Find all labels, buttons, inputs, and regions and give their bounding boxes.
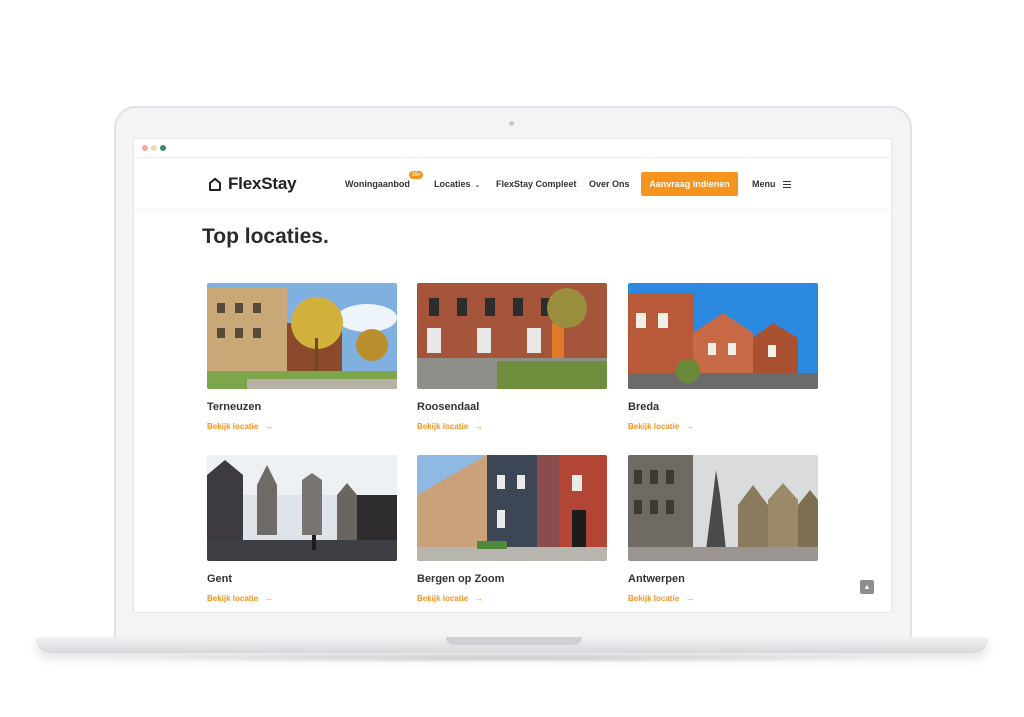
link-label: Bekijk locatie xyxy=(207,421,259,431)
bekijk-locatie-link[interactable]: Bekijk locatie → xyxy=(628,421,818,431)
nav-flexstay-compleet[interactable]: FlexStay Compleet xyxy=(496,179,577,189)
location-card-bergen-op-zoom[interactable]: Bergen op Zoom Bekijk locatie → xyxy=(417,455,607,603)
window-maximize-dot[interactable] xyxy=(160,145,166,151)
location-name: Antwerpen xyxy=(628,573,685,585)
bekijk-locatie-link[interactable]: Bekijk locatie → xyxy=(207,421,397,431)
scroll-to-top-button[interactable]: ▲ xyxy=(860,580,874,594)
link-label: Bekijk locatie xyxy=(207,593,259,603)
link-label: Bekijk locatie xyxy=(628,593,680,603)
location-image[interactable] xyxy=(207,283,397,389)
link-label: Bekijk locatie xyxy=(417,593,469,603)
bekijk-locatie-link[interactable]: Bekijk locatie → xyxy=(417,593,607,603)
page-title: Top locaties. xyxy=(202,225,329,248)
location-image[interactable] xyxy=(417,455,607,561)
location-card-gent[interactable]: Gent Bekijk locatie → xyxy=(207,455,397,603)
laptop-shadow xyxy=(80,653,944,663)
location-image[interactable] xyxy=(207,455,397,561)
nav-locaties-label: Locaties xyxy=(434,179,471,189)
location-image[interactable] xyxy=(417,283,607,389)
nav-woningaanbod[interactable]: Woningaanbod xyxy=(345,179,410,189)
menu-label: Menu xyxy=(752,179,776,189)
bekijk-locatie-link[interactable]: Bekijk locatie → xyxy=(628,593,818,603)
house-icon xyxy=(208,177,222,191)
location-image[interactable] xyxy=(628,455,818,561)
arrow-right-icon: → xyxy=(264,421,274,431)
link-label: Bekijk locatie xyxy=(628,421,680,431)
bekijk-locatie-link[interactable]: Bekijk locatie → xyxy=(207,593,397,603)
window-close-dot[interactable] xyxy=(142,145,148,151)
arrow-right-icon: → xyxy=(474,421,484,431)
arrow-right-icon: → xyxy=(474,593,484,603)
laptop-notch xyxy=(446,637,582,645)
arrow-right-icon: → xyxy=(685,421,695,431)
aanvraag-button[interactable]: Aanvraag indienen xyxy=(641,172,738,196)
location-card-antwerpen[interactable]: Antwerpen Bekijk locatie → xyxy=(628,455,818,603)
window-minimize-dot[interactable] xyxy=(151,145,157,151)
chevron-down-icon: ⌄ xyxy=(474,182,481,189)
location-card-roosendaal[interactable]: Roosendaal Bekijk locatie → xyxy=(417,283,607,431)
logo[interactable]: FlexStay xyxy=(208,174,297,194)
laptop-screen: FlexStay Woningaanbod 10+ Locaties ⌄ Flex… xyxy=(134,139,891,612)
hamburger-icon xyxy=(783,179,792,190)
nav-over-ons[interactable]: Over Ons xyxy=(589,179,630,189)
menu-button[interactable]: Menu xyxy=(752,179,792,190)
location-name: Breda xyxy=(628,401,660,413)
location-card-terneuzen[interactable]: Terneuzen Bekijk locatie → xyxy=(207,283,397,431)
woningaanbod-badge: 10+ xyxy=(409,171,424,179)
location-card-breda[interactable]: Breda Bekijk locatie → xyxy=(628,283,818,431)
arrow-right-icon: → xyxy=(685,593,695,603)
site-header: FlexStay Woningaanbod 10+ Locaties ⌄ Flex… xyxy=(134,158,891,208)
arrow-right-icon: → xyxy=(264,593,274,603)
location-image[interactable] xyxy=(628,283,818,389)
location-name: Bergen op Zoom xyxy=(417,573,505,585)
link-label: Bekijk locatie xyxy=(417,421,469,431)
logo-text: FlexStay xyxy=(228,174,297,193)
browser-bar xyxy=(134,139,891,158)
camera-dot xyxy=(509,121,514,126)
location-name: Gent xyxy=(207,573,233,585)
nav-locaties[interactable]: Locaties ⌄ xyxy=(434,179,480,189)
location-name: Terneuzen xyxy=(207,401,262,413)
chevron-up-icon: ▲ xyxy=(863,583,871,591)
bekijk-locatie-link[interactable]: Bekijk locatie → xyxy=(417,421,607,431)
location-name: Roosendaal xyxy=(417,401,480,413)
